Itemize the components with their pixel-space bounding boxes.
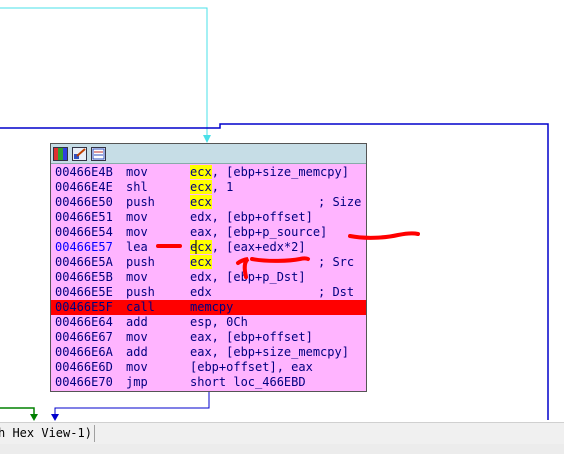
bottom-strip: [0, 444, 564, 454]
red-mark-under-operand: [250, 256, 310, 263]
tab-separator: [94, 425, 95, 442]
status-bar: h Hex View-1): [0, 422, 564, 445]
hex-view-tab[interactable]: h Hex View-1): [0, 426, 92, 440]
red-mark-p-source: [348, 231, 420, 240]
annotation-layer: [156, 231, 420, 279]
red-mark-curl: [236, 257, 250, 279]
